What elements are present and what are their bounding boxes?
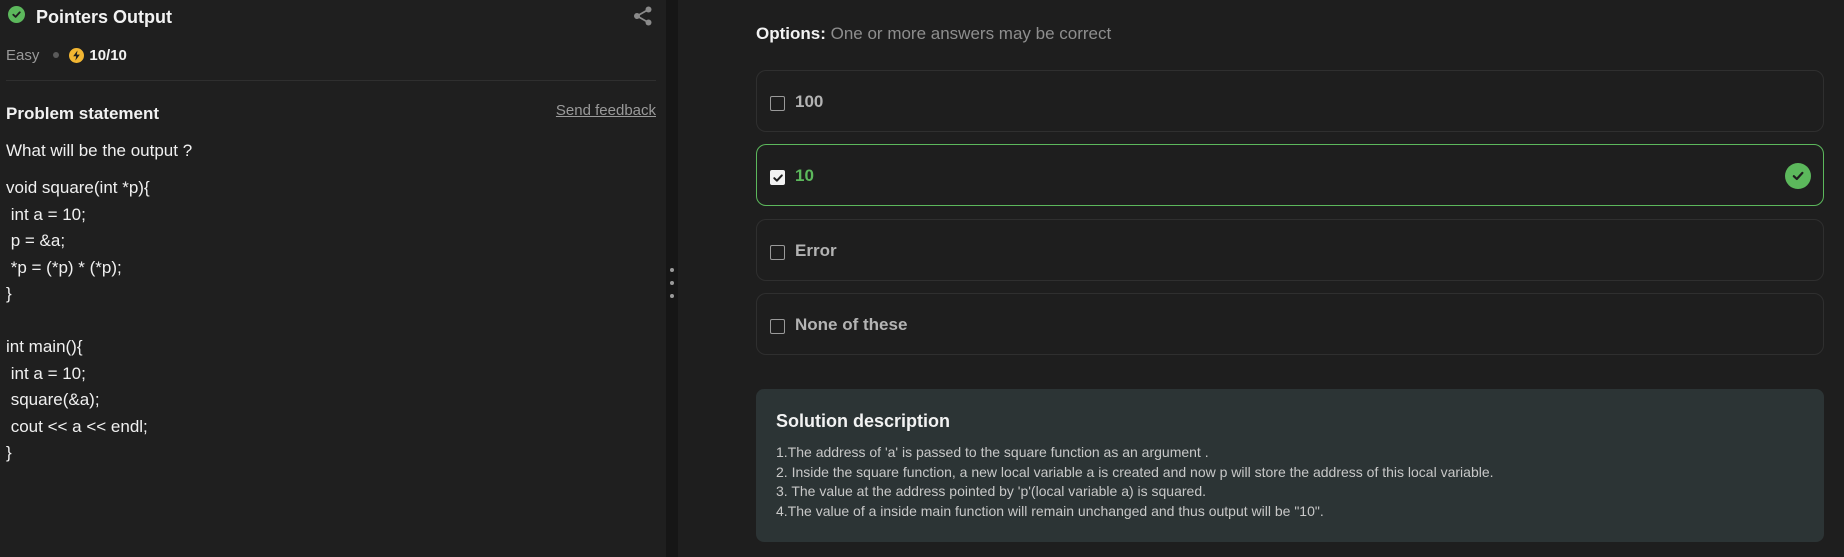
options-heading-label: Options: <box>756 24 826 43</box>
app: Pointers Output Easy 10/10 Problem state… <box>0 0 1844 557</box>
problem-panel: Pointers Output Easy 10/10 Problem state… <box>0 0 666 557</box>
bolt-icon <box>69 47 85 63</box>
option-100[interactable]: 100 <box>756 70 1824 132</box>
grip-dot <box>670 281 674 285</box>
grip-dot <box>670 294 674 298</box>
grip-dot <box>670 268 674 272</box>
solution-description: Solution description 1.The address of 'a… <box>756 389 1824 542</box>
solved-check-icon <box>8 6 25 23</box>
solution-title: Solution description <box>776 411 950 431</box>
checkbox[interactable] <box>770 319 785 334</box>
solution-line: 3. The value at the address pointed by '… <box>776 483 1207 499</box>
problem-title: Pointers Output <box>36 7 172 27</box>
checkbox[interactable] <box>770 96 785 111</box>
options-heading-hint: One or more answers may be correct <box>830 24 1112 43</box>
panel-resize-handle[interactable] <box>666 0 678 557</box>
option-none-of-these[interactable]: None of these <box>756 293 1824 355</box>
question-text: What will be the output ? <box>6 141 193 160</box>
checkbox[interactable] <box>770 245 785 260</box>
option-10[interactable]: 10 <box>756 144 1824 206</box>
options-heading: Options: One or more answers may be corr… <box>756 24 1111 44</box>
solution-line: 1.The address of 'a' is passed to the sq… <box>776 444 1209 460</box>
solution-line: 2. Inside the square function, a new loc… <box>776 463 1494 480</box>
solution-line: 4.The value of a inside main function wi… <box>776 502 1324 519</box>
separator-dot <box>53 52 60 58</box>
options-panel: Options: One or more answers may be corr… <box>678 0 1844 557</box>
problem-meta: Easy 10/10 <box>6 45 127 65</box>
option-label: Error <box>795 241 837 260</box>
send-feedback-link[interactable]: Send feedback <box>556 102 656 119</box>
problem-statement-heading: Problem statement <box>6 104 160 123</box>
option-label: None of these <box>795 315 908 334</box>
solution-lines: 1.The address of 'a' is passed to the sq… <box>776 443 1494 521</box>
problem-header: Pointers Output <box>8 5 658 35</box>
option-label: 10 <box>795 166 814 185</box>
score-value: 10/10 <box>89 46 127 64</box>
share-icon[interactable] <box>632 5 654 27</box>
code-snippet: void square(int *p){ int a = 10; p = &a;… <box>6 178 150 462</box>
option-error[interactable]: Error <box>756 219 1824 281</box>
divider <box>6 80 656 81</box>
difficulty-label: Easy <box>6 46 40 64</box>
checkbox-checked[interactable] <box>770 170 785 185</box>
option-label: 100 <box>795 92 824 111</box>
check-circle-icon <box>1785 163 1811 189</box>
